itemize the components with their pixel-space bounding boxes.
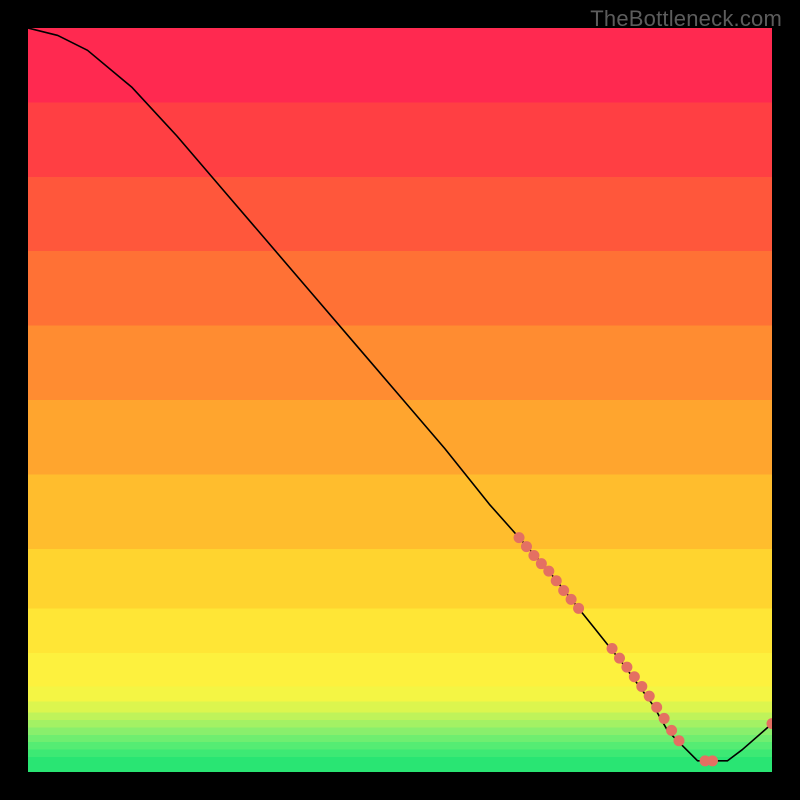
plot-area <box>28 28 772 772</box>
marker-dot <box>636 681 647 692</box>
marker-dot <box>543 566 554 577</box>
chart-svg <box>28 28 772 772</box>
marker-dot <box>651 702 662 713</box>
marker-dot <box>674 735 685 746</box>
watermark-text: TheBottleneck.com <box>590 6 782 32</box>
chart-stage: TheBottleneck.com <box>0 0 800 800</box>
marker-dot <box>614 653 625 664</box>
marker-dot <box>666 725 677 736</box>
marker-dot <box>659 713 670 724</box>
marker-dot <box>558 585 569 596</box>
marker-dot <box>573 603 584 614</box>
marker-dot <box>707 755 718 766</box>
marker-dot <box>644 691 655 702</box>
marker-dot <box>607 643 618 654</box>
gradient-background <box>28 28 772 772</box>
marker-dot <box>621 662 632 673</box>
marker-dot <box>551 575 562 586</box>
marker-dot <box>629 671 640 682</box>
marker-dot <box>514 532 525 543</box>
marker-dot <box>528 550 539 561</box>
marker-dot <box>521 541 532 552</box>
marker-dot <box>566 594 577 605</box>
